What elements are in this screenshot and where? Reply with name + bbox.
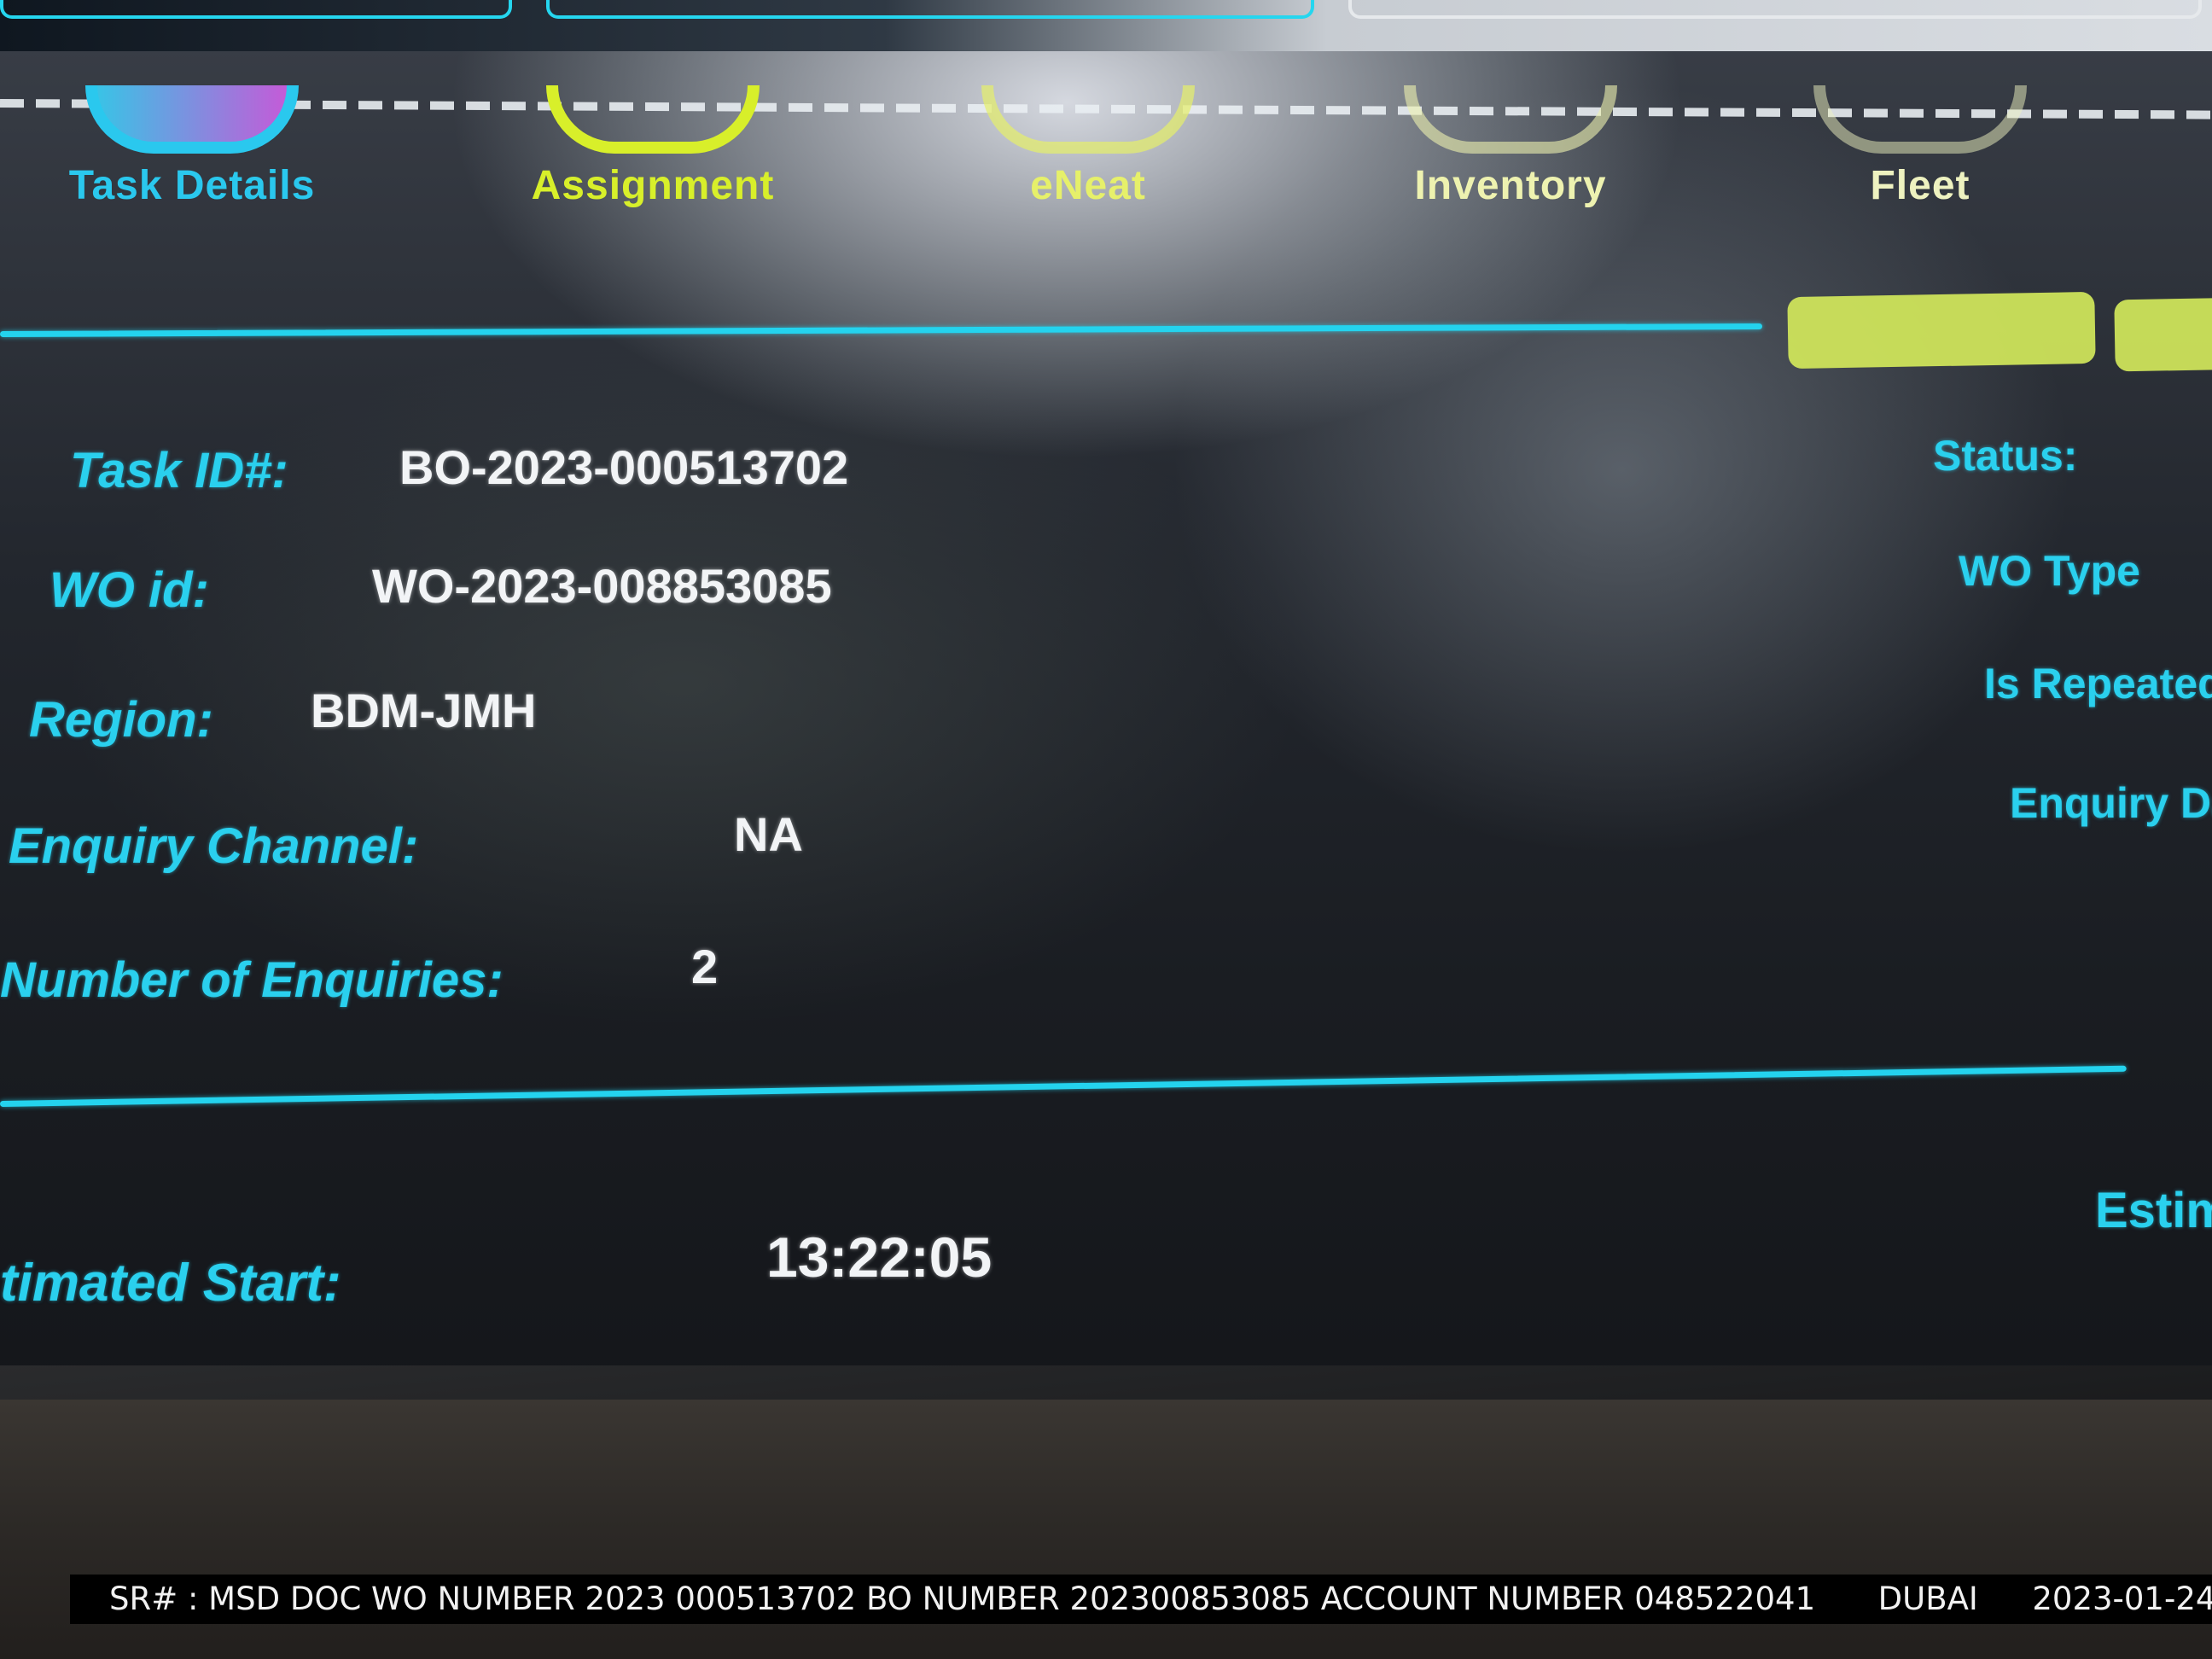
enquiry-channel-value: NA: [734, 807, 803, 861]
region-label: Region:: [29, 692, 213, 748]
photo-caption-bar: SR# : MSD DOC WO NUMBER 2023 000513702 B…: [70, 1575, 2212, 1624]
number-of-enquiries-value: 2: [691, 940, 719, 993]
step-label: eNeat: [1030, 163, 1146, 208]
top-tab-center[interactable]: [546, 0, 1314, 19]
action-button-primary[interactable]: [1787, 291, 2096, 370]
top-bar: [0, 0, 2212, 51]
step-label: Inventory: [1414, 163, 1607, 208]
step-label: Assignment: [531, 163, 775, 208]
top-tab-right[interactable]: [1348, 0, 2202, 19]
estimated-start-value: 13:22:05: [766, 1225, 992, 1289]
wo-id-value: WO-2023-008853085: [372, 559, 832, 613]
region-value: BDM-JMH: [311, 684, 537, 737]
enquiry-date-label: Enquiry Da: [2010, 779, 2212, 827]
action-button-secondary[interactable]: [2114, 297, 2212, 372]
step-label: Task Details: [68, 163, 316, 208]
number-of-enquiries-label: Number of Enquiries:: [0, 952, 504, 1008]
estimated-end-label: Estim: [2095, 1183, 2212, 1238]
caption-sr-text: SR# : MSD DOC WO NUMBER 2023 000513702 B…: [109, 1580, 1816, 1617]
step-label: Fleet: [1870, 163, 1970, 208]
caption-date: 2023-01-24: [2032, 1580, 2212, 1617]
task-id-value: BO-2023-000513702: [399, 440, 849, 494]
top-tab-left[interactable]: [0, 0, 512, 19]
wo-type-label: WO Type: [1959, 547, 2140, 595]
task-id-label: Task ID#:: [70, 443, 288, 498]
enquiry-channel-label: Enquiry Channel:: [9, 818, 419, 874]
status-label: Status:: [1933, 432, 2078, 480]
is-repeated-label: Is Repeated: [1984, 660, 2212, 707]
caption-city: DUBAI: [1877, 1580, 1978, 1617]
wo-id-label: WO id:: [49, 562, 209, 618]
estimated-start-label: timated Start:: [0, 1254, 341, 1313]
